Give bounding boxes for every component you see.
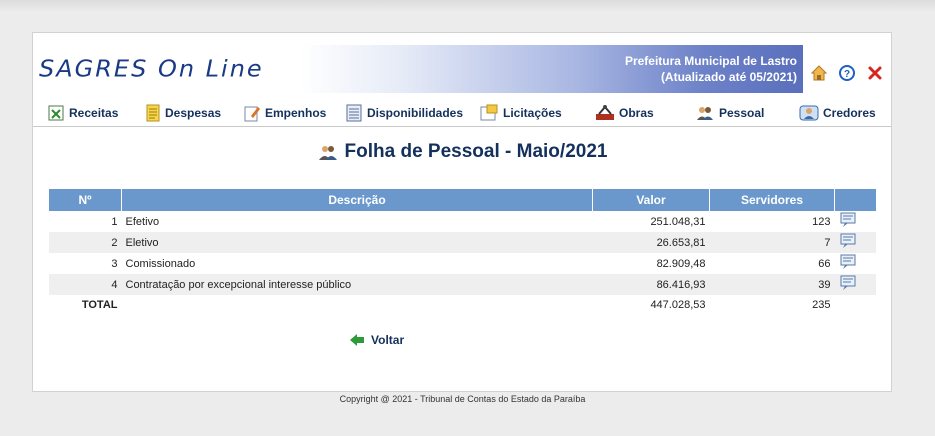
col-header-valor: Valor [592, 189, 710, 211]
folder-icon [480, 104, 498, 121]
total-label: TOTAL [81, 299, 118, 311]
svg-text:?: ? [844, 69, 850, 80]
cell-descricao: Contratação por excepcional interesse pú… [121, 274, 593, 295]
voltar-label: Voltar [371, 333, 405, 347]
table-row: 1 Efetivo 251.048,31 123 [49, 211, 876, 232]
user-card-icon [799, 105, 819, 121]
cell-numero: 4 [49, 274, 122, 295]
copyright: Copyright @ 2021 - Tribunal de Contas do… [339, 394, 586, 404]
menu-item-empenhos[interactable]: Empenhos [243, 103, 326, 123]
table-row: 3 Comissionado 82.909,48 66 [49, 253, 876, 274]
cell-numero: 1 [111, 215, 118, 228]
header-banner: Prefeitura Municipal de Lastro (Atualiza… [301, 45, 803, 93]
menu-label-pessoal: Pessoal [719, 106, 765, 120]
cell-valor: 82.909,48 [656, 257, 706, 270]
cell-servidores: 7 [709, 232, 835, 253]
main-panel: SAGRES On Line Prefeitura Municipal de L… [32, 32, 892, 392]
cell-valor: 26.653,81 [592, 232, 710, 253]
people-icon [318, 146, 337, 160]
voltar-link[interactable]: Voltar [349, 333, 404, 347]
menu-label-credores: Credores [823, 106, 876, 120]
table-header-row: Nº Descrição Valor Servidores [49, 189, 876, 211]
total-valor: 447.028,53 [650, 299, 706, 311]
spreadsheet-icon [48, 105, 64, 121]
cell-servidores: 123 [812, 215, 831, 228]
total-empty [122, 295, 593, 315]
cell-descricao: Eletivo [121, 232, 593, 253]
site-header: SAGRES On Line Prefeitura Municipal de L… [33, 33, 891, 95]
total-row: TOTAL 447.028,53 235 [49, 295, 876, 315]
menu-label-despesas: Despesas [165, 106, 222, 120]
col-header-actions [834, 189, 876, 211]
cell-valor: 251.048,31 [650, 215, 706, 228]
home-icon[interactable] [809, 63, 829, 83]
table-row: 4 Contratação por excepcional interesse … [49, 274, 876, 295]
pencil-document-icon [244, 106, 260, 122]
page-title-text: Folha de Pessoal - Maio/2021 [344, 141, 608, 162]
ledger-icon [346, 104, 362, 122]
menu-item-receitas[interactable]: Receitas [47, 103, 118, 123]
page-title: Folha de Pessoal - Maio/2021 [33, 141, 891, 163]
cell-numero: 2 [49, 232, 122, 253]
cell-numero: 3 [111, 257, 118, 270]
total-actions-empty [835, 295, 877, 315]
menu-item-obras[interactable]: Obras [595, 103, 654, 123]
menu-item-licitacoes[interactable]: Licitações [479, 103, 562, 123]
menu-label-licitacoes: Licitações [503, 106, 562, 120]
detail-icon[interactable] [834, 274, 876, 295]
browser-top-shade [0, 0, 935, 12]
col-header-descricao: Descrição [121, 189, 593, 211]
main-menu: Receitas Despesas Empenhos Disponibilida… [33, 99, 891, 127]
cell-servidores: 66 [818, 257, 831, 270]
detail-icon[interactable] [835, 211, 877, 232]
org-name: Prefeitura Municipal de Lastro [624, 54, 797, 68]
menu-item-pessoal[interactable]: Pessoal [695, 103, 764, 123]
table-row: 2 Eletivo 26.653,81 7 [49, 232, 876, 253]
menu-label-disponibilidades: Disponibilidades [367, 106, 464, 120]
cell-valor: 86.416,93 [592, 274, 710, 295]
menu-label-obras: Obras [619, 106, 654, 120]
cell-servidores: 39 [709, 274, 835, 295]
notepad-icon [146, 104, 160, 122]
detail-icon[interactable] [834, 232, 876, 253]
detail-icon[interactable] [835, 253, 877, 274]
sagres-logo: SAGRES On Line [39, 55, 264, 83]
menu-label-empenhos: Empenhos [265, 106, 327, 120]
menu-item-despesas[interactable]: Despesas [145, 103, 221, 123]
menu-item-disponibilidades[interactable]: Disponibilidades [345, 103, 463, 123]
total-servidores: 235 [812, 299, 831, 311]
close-icon[interactable] [865, 63, 885, 83]
col-header-servidores: Servidores [709, 189, 835, 211]
construction-icon [596, 105, 614, 120]
cell-descricao: Efetivo [125, 215, 160, 228]
people-icon [697, 107, 713, 120]
menu-item-credores[interactable]: Credores [799, 103, 876, 123]
col-header-numero: Nº [49, 189, 122, 211]
arrow-left-icon [350, 334, 364, 346]
menu-label-receitas: Receitas [69, 106, 119, 120]
help-icon[interactable]: ? [837, 63, 857, 83]
payroll-table: Nº Descrição Valor Servidores 1 Efetivo … [49, 189, 876, 315]
update-date: (Atualizado até 05/2021) [660, 70, 797, 84]
cell-descricao: Comissionado [125, 257, 196, 270]
